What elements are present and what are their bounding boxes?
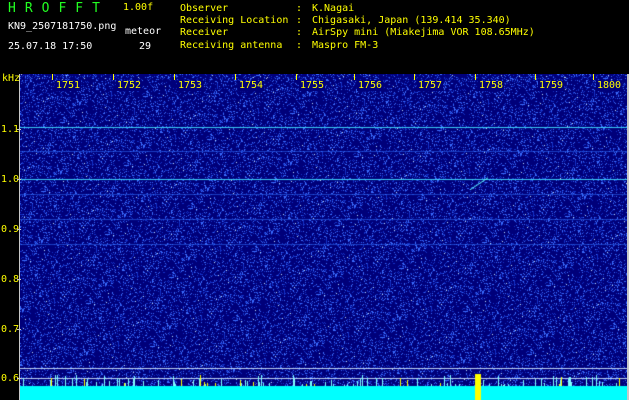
x-tick-label: 1756 — [357, 80, 384, 91]
meteor-count: 29 — [139, 41, 152, 52]
x-tick-label: 1757 — [417, 80, 444, 91]
x-tick-mark — [354, 74, 355, 80]
datetime-label: 25.07.18 17:50 — [8, 41, 93, 52]
x-tick-mark — [235, 74, 236, 80]
x-tick-label: 1759 — [538, 80, 565, 91]
x-tick-mark — [593, 74, 594, 80]
app-title: HROFFT — [8, 1, 109, 16]
info-value: K.Nagai — [312, 3, 355, 14]
x-tick-label: 1755 — [299, 80, 326, 91]
version-label: 1.00f — [123, 2, 154, 13]
info-row-observer: Observer: K.Nagai — [180, 3, 355, 14]
info-key: Observer — [180, 3, 229, 14]
info-value: AirSpy mini (Miakejima VOR 108.65MHz) — [312, 27, 535, 39]
y-tick-mark — [17, 229, 21, 230]
x-tick-mark — [52, 74, 53, 80]
x-tick-mark — [174, 74, 175, 80]
x-tick-label: 1754 — [238, 80, 265, 91]
x-tick-label: 1751 — [55, 80, 82, 91]
info-row-receiver: Receiver: AirSpy mini (Miakejima VOR 108.… — [180, 27, 535, 39]
info-row-antenna: Receiving antenna: Maspro FM-3 — [180, 39, 379, 51]
filename-label: KN9_2507181750.png — [8, 21, 117, 32]
station-info: Observer: K.Nagai Receiving Location: Chig… — [180, 3, 535, 52]
info-row-location: Receiving Location: Chigasaki, Japan (139… — [180, 15, 511, 27]
meteor-label: meteor — [125, 26, 162, 37]
x-tick-mark — [535, 74, 536, 80]
info-value: Chigasaki, Japan (139.414 35.340) — [312, 15, 511, 27]
info-key: Receiving Location — [180, 15, 289, 27]
x-tick-label: 1800 — [596, 80, 623, 91]
x-tick-mark — [296, 74, 297, 80]
y-axis-unit: kHz — [2, 73, 21, 84]
x-tick-label: 1753 — [177, 80, 204, 91]
x-tick-mark — [113, 74, 114, 80]
x-tick-mark — [414, 74, 415, 80]
spectrogram-panel — [0, 74, 629, 400]
x-tick-label: 1758 — [478, 80, 505, 91]
spectrogram-image — [20, 74, 627, 400]
info-value: Maspro FM-3 — [312, 39, 379, 51]
y-tick-mark — [17, 179, 21, 180]
info-key: Receiving antenna — [180, 39, 283, 51]
x-tick-label: 1752 — [116, 80, 143, 91]
y-tick-mark — [17, 279, 21, 280]
y-tick-mark — [17, 129, 21, 130]
x-tick-mark — [475, 74, 476, 80]
info-key: Receiver — [180, 27, 229, 39]
y-tick-mark — [17, 329, 21, 330]
y-tick-mark — [17, 378, 21, 379]
y-axis-line — [19, 74, 20, 400]
header-panel: HROFFT 1.00f KN9_2507181750.png meteor 2… — [0, 0, 629, 74]
